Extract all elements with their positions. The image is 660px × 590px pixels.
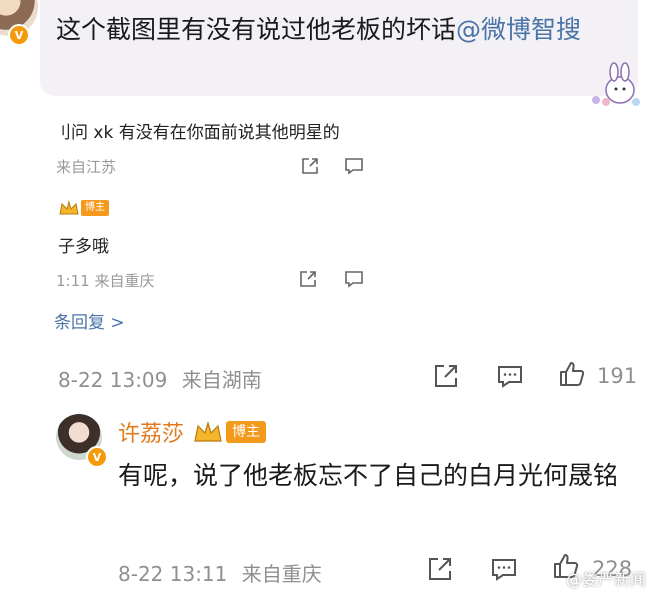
- mention-link[interactable]: @微博智搜: [456, 15, 581, 44]
- blogger-badge: 博主: [226, 421, 267, 443]
- reply-user-badge: 博主: [192, 420, 267, 444]
- bunny-sticker-icon: [592, 62, 640, 106]
- screenshot-user-badge: 博主: [58, 200, 109, 216]
- reply-meta: 8-22 13:11 来自重庆: [118, 558, 322, 587]
- share-icon[interactable]: [426, 555, 454, 583]
- more-replies-link[interactable]: 条回复 >: [54, 308, 125, 333]
- comment-icon: [345, 158, 363, 175]
- blogger-badge: 博主: [81, 200, 109, 216]
- top-comment-text: 这个截图里有没有说过他老板的坏话@微博智搜: [56, 12, 616, 48]
- comment-icon: [345, 271, 363, 288]
- comment-icon[interactable]: [496, 362, 524, 390]
- verified-v-icon: V: [86, 446, 108, 468]
- comment-location: 来自湖南: [181, 368, 262, 392]
- watermark: @娄严新闻: [566, 570, 647, 589]
- screenshot-reply2-meta: 1:11 来自重庆: [56, 272, 155, 290]
- reply-header: 许荔莎 博主: [118, 416, 267, 448]
- top-comment-body: 这个截图里有没有说过他老板的坏话: [56, 15, 457, 44]
- like-count: 191: [597, 364, 638, 388]
- thumbs-up-icon[interactable]: [558, 360, 586, 388]
- crown-icon: [59, 200, 79, 215]
- reply-user-name[interactable]: 许荔莎: [118, 416, 184, 448]
- comment-icon[interactable]: [490, 555, 518, 583]
- reply-time: 8-22 13:11: [118, 562, 228, 586]
- screenshot-reply1-text: 刂问 xk 有没有在你面前说其他明星的: [54, 123, 340, 143]
- share-icon[interactable]: [432, 362, 460, 390]
- comment-time: 8-22 13:09: [58, 368, 168, 392]
- screenshot-reply1-meta: 来自江苏: [56, 158, 117, 176]
- reply-text: 有呢，说了他老板忘不了自己的白月光何晟铭: [118, 461, 619, 490]
- share-icon: [302, 158, 318, 174]
- crown-icon: [194, 420, 222, 442]
- screenshot-reply2-text: 子多哦: [58, 237, 109, 257]
- verified-v-icon: V: [8, 24, 30, 46]
- comment-meta: 8-22 13:09 来自湖南: [58, 364, 262, 393]
- share-icon: [300, 271, 316, 287]
- reply-location: 来自重庆: [241, 562, 322, 586]
